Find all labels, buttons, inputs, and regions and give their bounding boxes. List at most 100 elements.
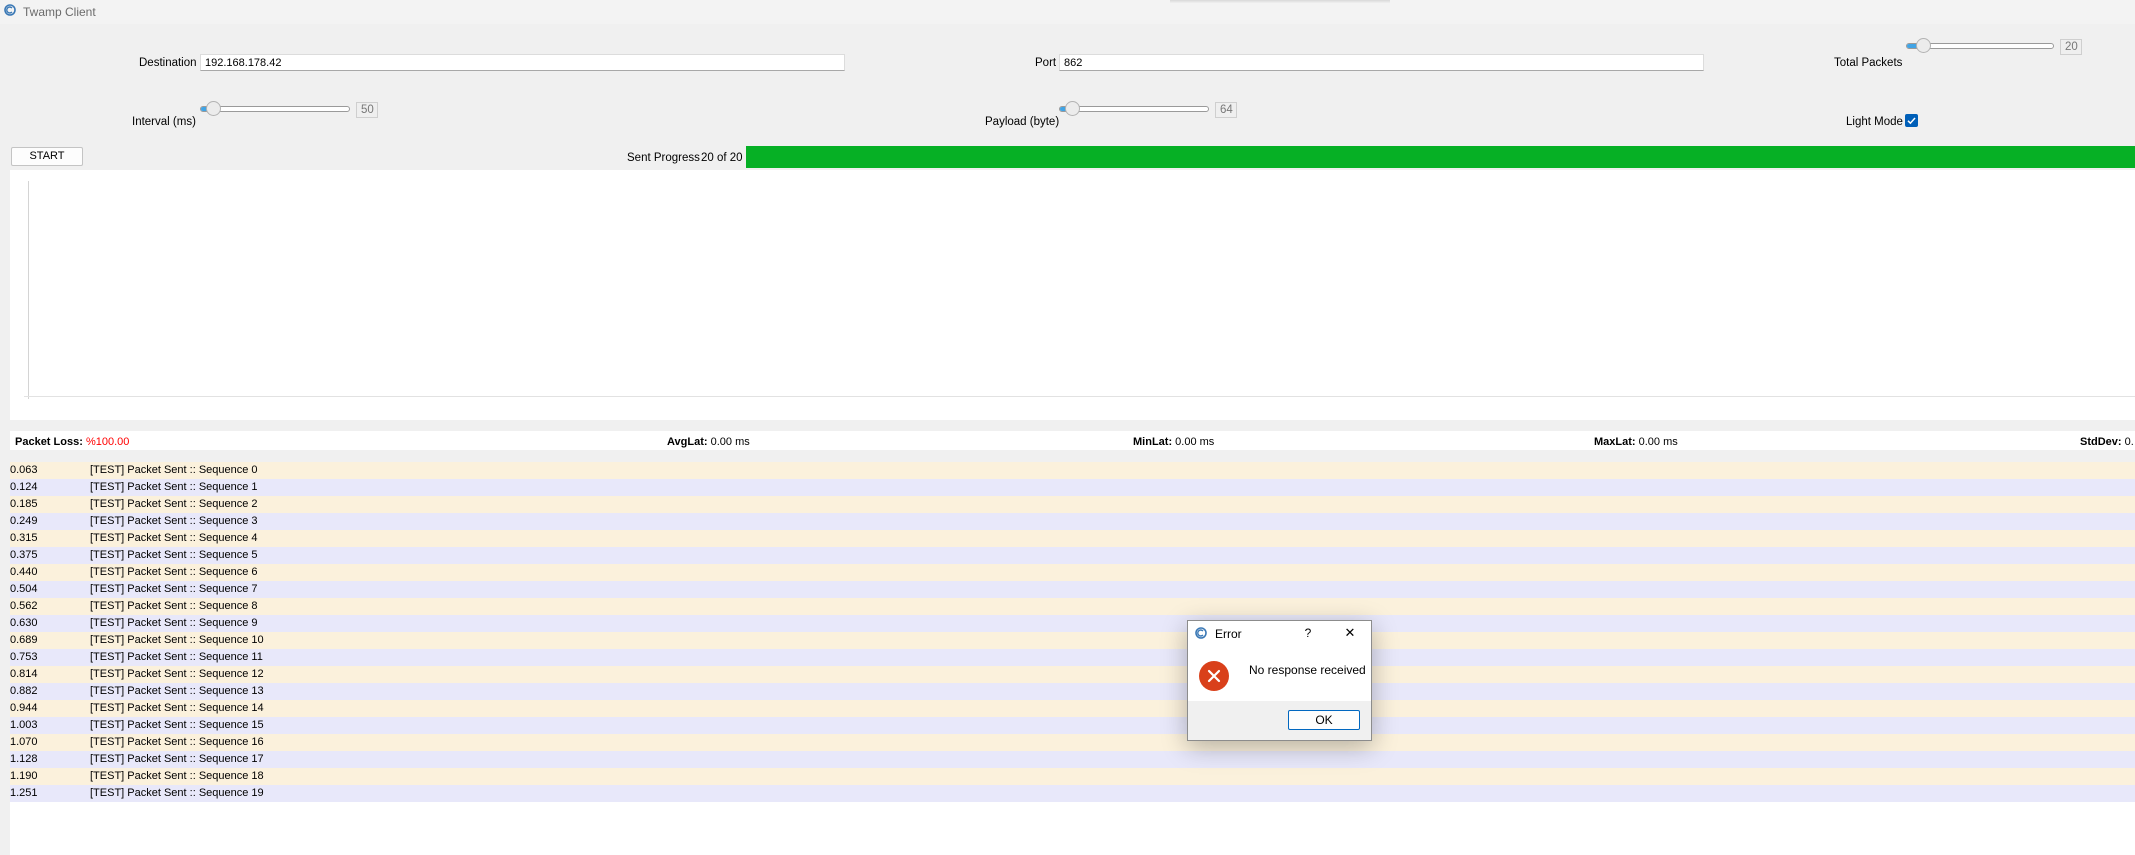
chart-y-axis (28, 181, 29, 399)
log-row[interactable]: 0.753 [TEST] Packet Sent :: Sequence 11 (10, 649, 2135, 666)
close-button[interactable]: ✕ (1343, 625, 1357, 641)
log-message: [TEST] Packet Sent :: Sequence 9 (90, 617, 258, 629)
log-message: [TEST] Packet Sent :: Sequence 6 (90, 566, 258, 578)
log-message: [TEST] Packet Sent :: Sequence 13 (90, 685, 264, 697)
total-packets-value: 20 (2060, 39, 2082, 55)
log-row[interactable]: 0.944 [TEST] Packet Sent :: Sequence 14 (10, 700, 2135, 717)
sent-progress-bar (746, 146, 2135, 168)
dialog-message: No response received (1249, 663, 1366, 677)
log-message: [TEST] Packet Sent :: Sequence 0 (90, 464, 258, 476)
log-row[interactable]: 0.689 [TEST] Packet Sent :: Sequence 10 (10, 632, 2135, 649)
log-time: 0.315 (10, 532, 38, 544)
std-dev-label: StdDev: (2080, 436, 2122, 448)
help-button[interactable]: ? (1301, 626, 1315, 640)
latency-chart (10, 170, 2135, 420)
payload-slider-handle[interactable] (1065, 101, 1080, 116)
app-logo-icon (1195, 627, 1207, 639)
packet-loss-value: %100.00 (85, 436, 130, 448)
log-message: [TEST] Packet Sent :: Sequence 10 (90, 634, 264, 646)
log-time: 0.689 (10, 634, 38, 646)
payload-slider[interactable] (1059, 101, 1209, 116)
log-time: 0.124 (10, 481, 38, 493)
log-message: [TEST] Packet Sent :: Sequence 11 (90, 651, 263, 663)
log-message: [TEST] Packet Sent :: Sequence 12 (90, 668, 264, 680)
log-time: 1.128 (10, 753, 38, 765)
std-dev-value: 0. (2124, 436, 2134, 448)
payload-value: 64 (1215, 102, 1237, 118)
min-latency-value: 0.00 ms (1175, 436, 1215, 448)
log-row[interactable]: 1.190 [TEST] Packet Sent :: Sequence 18 (10, 768, 2135, 785)
packet-loss-stat: Packet Loss: %100.00 (15, 436, 129, 448)
log-message: [TEST] Packet Sent :: Sequence 16 (90, 736, 264, 748)
log-time: 0.753 (10, 651, 38, 663)
background-window-edge (1170, 0, 1390, 3)
error-dialog: Error ? ✕ No response received OK (1187, 620, 1372, 741)
log-row[interactable]: 1.128 [TEST] Packet Sent :: Sequence 17 (10, 751, 2135, 768)
log-time: 0.944 (10, 702, 38, 714)
log-row[interactable]: 0.440 [TEST] Packet Sent :: Sequence 6 (10, 564, 2135, 581)
stats-bar (10, 431, 2135, 450)
log-row[interactable]: 1.251 [TEST] Packet Sent :: Sequence 19 (10, 785, 2135, 802)
light-mode-label: Light Mode (1846, 116, 1903, 128)
packet-loss-label: Packet Loss: (15, 436, 83, 448)
log-time: 0.814 (10, 668, 38, 680)
start-button[interactable]: START (11, 147, 83, 166)
log-row[interactable]: 0.249 [TEST] Packet Sent :: Sequence 3 (10, 513, 2135, 530)
interval-value: 50 (356, 102, 378, 118)
log-message: [TEST] Packet Sent :: Sequence 4 (90, 532, 258, 544)
app-logo-icon (4, 4, 16, 16)
log-message: [TEST] Packet Sent :: Sequence 3 (90, 515, 258, 527)
max-latency-stat: MaxLat: 0.00 ms (1594, 436, 1678, 448)
total-packets-slider-handle[interactable] (1915, 38, 1931, 53)
log-row[interactable]: 0.375 [TEST] Packet Sent :: Sequence 5 (10, 547, 2135, 564)
log-message: [TEST] Packet Sent :: Sequence 18 (90, 770, 264, 782)
log-row[interactable]: 0.504 [TEST] Packet Sent :: Sequence 7 (10, 581, 2135, 598)
avg-latency-stat: AvgLat: 0.00 ms (667, 436, 750, 448)
interval-slider-handle[interactable] (206, 101, 221, 116)
light-mode-checkbox[interactable] (1905, 114, 1918, 127)
sent-progress-fill (746, 146, 2135, 168)
log-row[interactable]: 0.315 [TEST] Packet Sent :: Sequence 4 (10, 530, 2135, 547)
min-latency-stat: MinLat: 0.00 ms (1133, 436, 1214, 448)
interval-slider[interactable] (200, 101, 350, 116)
payload-label: Payload (byte) (985, 116, 1060, 128)
log-time: 0.440 (10, 566, 38, 578)
log-time: 0.882 (10, 685, 38, 697)
log-message: [TEST] Packet Sent :: Sequence 17 (90, 753, 264, 765)
log-row[interactable]: 1.003 [TEST] Packet Sent :: Sequence 15 (10, 717, 2135, 734)
destination-input[interactable] (200, 54, 845, 71)
title-bar (0, 0, 2135, 24)
log-row[interactable]: 0.814 [TEST] Packet Sent :: Sequence 12 (10, 666, 2135, 683)
log-row[interactable]: 0.630 [TEST] Packet Sent :: Sequence 9 (10, 615, 2135, 632)
log-message: [TEST] Packet Sent :: Sequence 19 (90, 787, 264, 799)
log-message: [TEST] Packet Sent :: Sequence 15 (90, 719, 264, 731)
window-title: Twamp Client (23, 5, 96, 19)
log-row[interactable]: 0.124 [TEST] Packet Sent :: Sequence 1 (10, 479, 2135, 496)
log-list[interactable]: 0.063 [TEST] Packet Sent :: Sequence 00.1… (10, 462, 2135, 855)
port-input[interactable] (1059, 54, 1704, 71)
log-row[interactable]: 0.882 [TEST] Packet Sent :: Sequence 13 (10, 683, 2135, 700)
log-time: 0.185 (10, 498, 38, 510)
log-row[interactable]: 1.070 [TEST] Packet Sent :: Sequence 16 (10, 734, 2135, 751)
total-packets-slider[interactable] (1906, 38, 2054, 53)
log-message: [TEST] Packet Sent :: Sequence 14 (90, 702, 264, 714)
min-latency-label: MinLat: (1133, 436, 1173, 448)
log-row[interactable]: 0.063 [TEST] Packet Sent :: Sequence 0 (10, 462, 2135, 479)
log-time: 0.063 (10, 464, 38, 476)
std-dev-stat: StdDev: 0. (2080, 436, 2134, 448)
interval-label: Interval (ms) (132, 116, 196, 128)
log-message: [TEST] Packet Sent :: Sequence 1 (90, 481, 258, 493)
destination-label: Destination (139, 57, 197, 69)
log-message: [TEST] Packet Sent :: Sequence 5 (90, 549, 258, 561)
total-packets-label: Total Packets (1834, 57, 1903, 69)
log-row[interactable]: 0.185 [TEST] Packet Sent :: Sequence 2 (10, 496, 2135, 513)
port-label: Port (1035, 57, 1057, 69)
sent-progress-count: 20 of 20 (701, 152, 743, 164)
chart-x-axis (24, 396, 2135, 397)
error-icon (1199, 661, 1229, 691)
log-message: [TEST] Packet Sent :: Sequence 7 (90, 583, 258, 595)
log-time: 1.070 (10, 736, 38, 748)
ok-button[interactable]: OK (1288, 710, 1360, 730)
log-row[interactable]: 0.562 [TEST] Packet Sent :: Sequence 8 (10, 598, 2135, 615)
checkmark-icon (1907, 117, 1916, 125)
